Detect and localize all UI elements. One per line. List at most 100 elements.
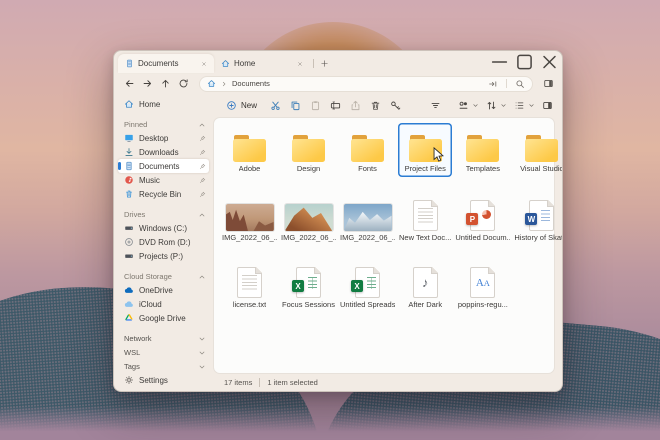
breadcrumb-location[interactable]: Documents [232, 79, 270, 88]
sidebar-item-label: Google Drive [139, 313, 186, 323]
file-item-img-2022-06[interactable]: IMG_2022_06_... [280, 182, 337, 246]
chevron-up-icon[interactable] [198, 273, 206, 281]
sidebar-section-cloud-storage[interactable]: Cloud Storage [118, 270, 209, 283]
toggle-pane-icon[interactable] [541, 77, 555, 91]
address-bar-divider [506, 79, 507, 88]
sidebar-section-pinned[interactable]: Pinned [118, 118, 209, 131]
desktop-wallpaper: Documents Home Documents Home Pinned Des… [0, 0, 660, 440]
layout-icon [511, 98, 527, 114]
file-item-untitled-docum[interactable]: P Untitled Docum... [454, 182, 511, 246]
documents-tab-icon [125, 59, 134, 68]
tab-close-icon[interactable] [198, 58, 209, 69]
sidebar-section-drives[interactable]: Drives [118, 208, 209, 221]
sidebar-item-dvd-rom-d[interactable]: DVD Rom (D:) [118, 235, 209, 249]
sidebar-item-recycle-bin[interactable]: Recycle Bin [118, 187, 209, 201]
navigation-bar: Documents [114, 73, 562, 94]
sidebar-item-onedrive[interactable]: OneDrive [118, 283, 209, 297]
new-tab-button[interactable] [317, 56, 331, 70]
chevron-down-icon[interactable] [198, 349, 206, 357]
filter-button[interactable] [427, 98, 443, 114]
chevron-down-icon[interactable] [198, 335, 206, 343]
google-drive-icon [124, 313, 134, 323]
details-pane-button[interactable] [539, 98, 555, 114]
copy-button[interactable] [287, 98, 303, 114]
file-item-poppins-regu[interactable]: A A poppins-regu... [454, 251, 511, 313]
file-item-label: Focus Sessions [282, 301, 335, 310]
sidebar-item-icloud[interactable]: iCloud [118, 297, 209, 311]
folder-icon [232, 135, 267, 163]
titlebar[interactable]: Documents Home [114, 51, 562, 73]
tab-close-icon[interactable] [294, 58, 305, 69]
file-item-license-txt[interactable]: license.txt [221, 251, 278, 313]
sidebar-item-downloads[interactable]: Downloads [118, 145, 209, 159]
key-tools-button[interactable] [387, 98, 403, 114]
chevron-down-icon[interactable] [198, 363, 206, 371]
file-item-img-2022-06[interactable]: IMG_2022_06_... [221, 182, 278, 246]
sidebar-item-documents[interactable]: Documents [118, 159, 209, 173]
sidebar-item-label: iCloud [139, 299, 162, 309]
sidebar-sections: Pinned Desktop Downloads Documents Music Recy… [118, 118, 209, 373]
cut-button[interactable] [267, 98, 283, 114]
file-item-untitled-spreads[interactable]: X Untitled Spreads... [339, 251, 396, 313]
file-item-templates[interactable]: Templates [454, 123, 511, 177]
sort-icon [483, 98, 499, 114]
maximize-button[interactable] [512, 51, 537, 73]
address-bar[interactable]: Documents [199, 75, 533, 92]
file-item-label: poppins-regu... [457, 301, 508, 310]
group-by-button[interactable] [455, 98, 479, 114]
sidebar-section-wsl[interactable]: WSL [118, 346, 209, 359]
sidebar-item-desktop[interactable]: Desktop [118, 131, 209, 145]
image-thumbnail [225, 204, 274, 232]
paste-button[interactable] [307, 98, 323, 114]
refresh-button[interactable] [176, 76, 191, 91]
search-icon[interactable] [515, 79, 525, 89]
sidebar-item-home[interactable]: Home [118, 97, 209, 111]
file-item-img-2022-06[interactable]: IMG_2022_06_... [339, 182, 396, 246]
file-grid: Adobe Design Fonts Project Files Templates Vi… [221, 123, 562, 313]
up-button[interactable] [158, 76, 173, 91]
file-item-after-dark[interactable]: ♪ After Dark [398, 251, 452, 313]
chevron-up-icon[interactable] [198, 211, 206, 219]
sidebar-section-tags[interactable]: Tags [118, 360, 209, 373]
sidebar-section-network[interactable]: Network [118, 332, 209, 345]
sidebar-item-settings[interactable]: Settings [118, 373, 209, 387]
share-button[interactable] [347, 98, 363, 114]
file-item-new-text-doc[interactable]: New Text Doc... [398, 182, 452, 246]
sort-button[interactable] [483, 98, 507, 114]
sidebar-item-projects-p[interactable]: Projects (P:) [118, 249, 209, 263]
sidebar-item-google-drive[interactable]: Google Drive [118, 311, 209, 325]
file-item-focus-sessions[interactable]: X Focus Sessions [280, 251, 337, 313]
sidebar-item-label: DVD Rom (D:) [139, 237, 191, 247]
file-item-label: History of Skate... [514, 234, 563, 243]
minimize-button[interactable] [487, 51, 512, 73]
file-item-visual-studio[interactable]: Visual Studio [513, 123, 562, 177]
chevron-up-icon[interactable] [198, 121, 206, 129]
file-item-design[interactable]: Design [280, 123, 337, 177]
word-file-icon: W [525, 200, 555, 232]
file-area[interactable]: Adobe Design Fonts Project Files Templates Vi… [213, 117, 562, 374]
sidebar-item-windows-c[interactable]: Windows (C:) [118, 221, 209, 235]
new-button[interactable]: New [222, 98, 263, 113]
close-button[interactable] [537, 51, 562, 73]
tab-documents[interactable]: Documents [118, 54, 214, 73]
file-item-history-of-skate[interactable]: W History of Skate... [513, 182, 563, 246]
file-item-adobe[interactable]: Adobe [221, 123, 278, 177]
file-item-fonts[interactable]: Fonts [339, 123, 396, 177]
onedrive-icon [124, 285, 134, 295]
layout-button[interactable] [511, 98, 535, 114]
window-controls [487, 51, 562, 73]
forward-button[interactable] [140, 76, 155, 91]
tab-home[interactable]: Home [214, 54, 310, 73]
sidebar-item-label: OneDrive [139, 285, 173, 295]
delete-button[interactable] [367, 98, 383, 114]
back-button[interactable] [122, 76, 137, 91]
chevron-down-icon [500, 102, 507, 109]
rename-button[interactable] [327, 98, 343, 114]
breadcrumb-home-icon[interactable] [207, 79, 216, 88]
file-item-project-files[interactable]: Project Files [398, 123, 453, 177]
go-to-icon[interactable] [488, 79, 498, 89]
breadcrumb-separator-icon [220, 80, 228, 88]
sidebar: Home Pinned Desktop Downloads Documents Musi… [114, 94, 213, 391]
sidebar-item-music[interactable]: Music [118, 173, 209, 187]
projects-p-icon [124, 251, 134, 261]
